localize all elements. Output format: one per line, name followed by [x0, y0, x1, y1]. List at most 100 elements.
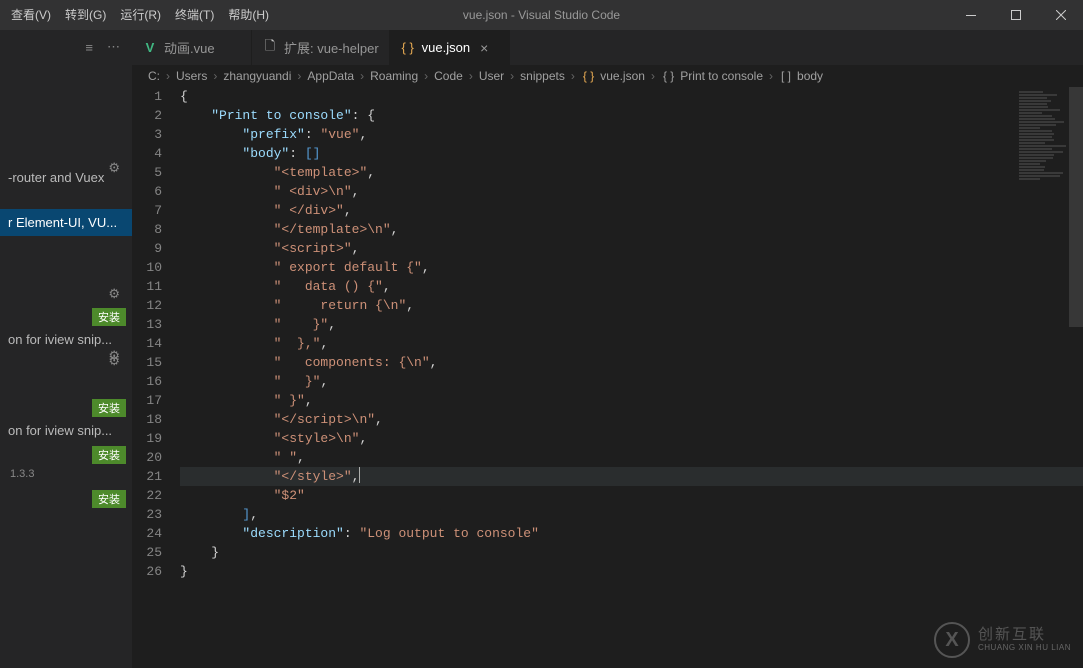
sidebar-collapse-icon[interactable]: ≡: [85, 40, 93, 55]
code-line[interactable]: "$2": [180, 486, 1083, 505]
tab-1[interactable]: 🗋扩展: vue-helper: [252, 30, 390, 65]
menu-run[interactable]: 运行(R): [113, 0, 168, 30]
ext-row-element[interactable]: r Element-UI, VU...: [0, 209, 132, 236]
sidebar-more-icon[interactable]: ⋯: [107, 39, 120, 55]
token-key: "body": [242, 144, 289, 163]
close-button[interactable]: [1038, 0, 1083, 30]
tab-2[interactable]: { }vue.json×: [390, 30, 510, 65]
tab-0[interactable]: V动画.vue: [132, 30, 252, 65]
json-icon: { }: [400, 40, 416, 56]
crumb[interactable]: snippets: [520, 69, 565, 83]
code-line[interactable]: "prefix": "vue",: [180, 125, 1083, 144]
crumb-node[interactable]: Print to console: [680, 69, 763, 83]
code-line[interactable]: "</style>",: [180, 467, 1083, 486]
crumb[interactable]: Roaming: [370, 69, 418, 83]
code-line[interactable]: "</template>\n",: [180, 220, 1083, 239]
ext-row-router[interactable]: -router and Vuex: [0, 164, 132, 191]
token-str: " },": [274, 334, 321, 353]
watermark-cn: 创新互联: [978, 627, 1071, 644]
token-str: " }": [274, 391, 305, 410]
object-icon: { }: [663, 69, 674, 83]
chevron-right-icon: ›: [360, 69, 364, 83]
ext-row-iview2[interactable]: on for iview snip...: [0, 417, 132, 444]
crumb[interactable]: Users: [176, 69, 207, 83]
install-badge[interactable]: 安装: [92, 399, 126, 417]
line-number: 11: [132, 277, 162, 296]
token-bracket: ]: [242, 505, 250, 524]
code-line[interactable]: "body": []: [180, 144, 1083, 163]
code-line[interactable]: "description": "Log output to console": [180, 524, 1083, 543]
code-line[interactable]: " </div>",: [180, 201, 1083, 220]
crumb[interactable]: C:: [148, 69, 160, 83]
code-line[interactable]: " }",: [180, 372, 1083, 391]
token-str: "$2": [274, 486, 305, 505]
crumb-tail[interactable]: body: [797, 69, 823, 83]
chevron-right-icon: ›: [469, 69, 473, 83]
token-punc: ,: [359, 125, 367, 144]
tab-close-icon[interactable]: ×: [480, 40, 488, 56]
code-line[interactable]: "</script>\n",: [180, 410, 1083, 429]
code-line[interactable]: " ",: [180, 448, 1083, 467]
chevron-right-icon: ›: [213, 69, 217, 83]
code-line[interactable]: }: [180, 543, 1083, 562]
window-controls: [948, 0, 1083, 30]
code-line[interactable]: " }",: [180, 315, 1083, 334]
code-line[interactable]: " components: {\n",: [180, 353, 1083, 372]
crumb-file[interactable]: vue.json: [600, 69, 645, 83]
code-line[interactable]: "Print to console": {: [180, 106, 1083, 125]
breadcrumbs[interactable]: C: › Users › zhangyuandi › AppData › Roaming › Cod…: [132, 65, 1083, 87]
code-line[interactable]: {: [180, 87, 1083, 106]
install-badge[interactable]: 安装: [92, 490, 126, 508]
token-punc: :: [305, 125, 321, 144]
code-line[interactable]: " data () {",: [180, 277, 1083, 296]
code-line[interactable]: " },",: [180, 334, 1083, 353]
code-line[interactable]: " export default {",: [180, 258, 1083, 277]
crumb[interactable]: User: [479, 69, 504, 83]
code-line[interactable]: }: [180, 562, 1083, 581]
code-line[interactable]: "<style>\n",: [180, 429, 1083, 448]
chevron-right-icon: ›: [651, 69, 655, 83]
line-number: 6: [132, 182, 162, 201]
sidebar-header: ≡ ⋯: [0, 30, 132, 64]
ext-row-iview1[interactable]: on for iview snip...: [0, 326, 132, 353]
token-punc: ,: [383, 277, 391, 296]
token-punc: ,: [344, 201, 352, 220]
code-editor[interactable]: 1234567891011121314151617181920212223242…: [132, 87, 1083, 668]
code-line[interactable]: ],: [180, 505, 1083, 524]
menu-terminal[interactable]: 终端(T): [168, 0, 221, 30]
line-number: 21: [132, 467, 162, 486]
menu-help[interactable]: 帮助(H): [221, 0, 276, 30]
token-str: "Log output to console": [359, 524, 538, 543]
code-line[interactable]: " <div>\n",: [180, 182, 1083, 201]
code-line[interactable]: "<script>",: [180, 239, 1083, 258]
install-badge[interactable]: 安装: [92, 446, 126, 464]
code-line[interactable]: "<template>",: [180, 163, 1083, 182]
gear-icon[interactable]: ⚙: [108, 353, 120, 369]
code-line[interactable]: " }",: [180, 391, 1083, 410]
crumb[interactable]: Code: [434, 69, 463, 83]
code-content[interactable]: { "Print to console": { "prefix": "vue",…: [180, 87, 1083, 668]
crumb[interactable]: zhangyuandi: [223, 69, 291, 83]
minimize-icon: [966, 15, 976, 16]
gear-icon[interactable]: ⚙: [108, 286, 120, 302]
code-line[interactable]: " return {\n",: [180, 296, 1083, 315]
vertical-scrollbar[interactable]: [1069, 87, 1083, 668]
line-number: 23: [132, 505, 162, 524]
install-badge[interactable]: 安装: [92, 308, 126, 326]
chevron-right-icon: ›: [571, 69, 575, 83]
line-number: 2: [132, 106, 162, 125]
line-gutter: 1234567891011121314151617181920212223242…: [132, 87, 180, 668]
json-icon: { }: [583, 69, 594, 83]
line-number: 24: [132, 524, 162, 543]
crumb[interactable]: AppData: [307, 69, 354, 83]
token-str: "vue": [320, 125, 359, 144]
menu-view[interactable]: 查看(V): [4, 0, 58, 30]
maximize-button[interactable]: [993, 0, 1038, 30]
menu-goto[interactable]: 转到(G): [58, 0, 113, 30]
scrollbar-thumb[interactable]: [1069, 87, 1083, 327]
token-bracket: [: [305, 144, 313, 163]
minimize-button[interactable]: [948, 0, 993, 30]
line-number: 10: [132, 258, 162, 277]
token-punc: ,: [250, 505, 258, 524]
token-str: "</style>": [274, 467, 352, 486]
